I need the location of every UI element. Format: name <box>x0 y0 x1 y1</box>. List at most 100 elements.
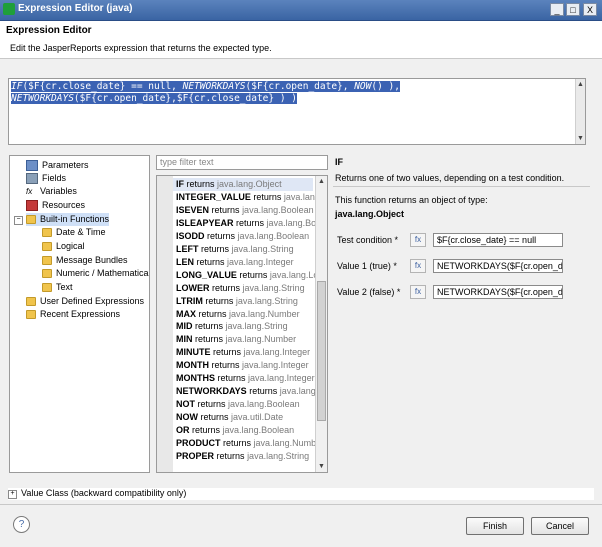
expression-line-1: IF($F{cr.close_date} == null, NETWORKDAY… <box>11 81 400 93</box>
function-item[interactable]: MONTH returns java.lang.Integer <box>176 359 309 372</box>
tree-item-label: Built-in Functions <box>40 214 110 224</box>
function-item[interactable]: LONG_VALUE returns java.lang.Long <box>176 269 327 282</box>
return-type: java.lang.Object <box>335 209 405 219</box>
tree-item[interactable]: Built-in Functions <box>26 213 110 226</box>
function-item[interactable]: MIN returns java.lang.Number <box>176 333 296 346</box>
function-item-returns: returns <box>200 412 229 423</box>
function-item[interactable]: MID returns java.lang.String <box>176 320 288 333</box>
function-item[interactable]: IF returns java.lang.Object <box>176 178 282 191</box>
param-label: Test condition * <box>337 235 399 245</box>
function-item-name: MINUTE <box>176 347 211 358</box>
function-list[interactable]: IF returns java.lang.Object INTEGER_VALUE… <box>156 175 328 473</box>
maximize-button[interactable]: □ <box>566 3 580 16</box>
function-item[interactable]: ISLEAPYEAR returns java.lang.Boolean <box>176 217 327 230</box>
expression-token: () ), <box>371 81 400 92</box>
function-item[interactable]: ISODD returns java.lang.Boolean <box>176 230 309 243</box>
function-item[interactable]: MINUTE returns java.lang.Integer <box>176 346 310 359</box>
cancel-button[interactable]: Cancel <box>531 517 589 535</box>
function-item[interactable]: NOW returns java.util.Date <box>176 411 283 424</box>
expression-builder-icon[interactable]: fx <box>410 285 426 299</box>
expand-toggle-icon[interactable]: + <box>8 490 17 499</box>
expression-text[interactable]: IF($F{cr.close_date} == null, NETWORKDAY… <box>11 81 400 105</box>
tree-item[interactable]: User Defined Expressions <box>26 295 144 308</box>
folder-icon <box>26 215 36 225</box>
function-item[interactable]: OR returns java.lang.Boolean <box>176 424 294 437</box>
help-icon[interactable]: ? <box>13 516 30 533</box>
function-item-type: java.util.Date <box>231 412 284 423</box>
collapse-toggle-icon[interactable]: − <box>14 216 23 225</box>
function-item[interactable]: MONTHS returns java.lang.Integer <box>176 372 315 385</box>
tree-item[interactable]: Date & Time <box>42 226 106 239</box>
tree-item[interactable]: Fields <box>26 172 66 185</box>
scroll-up-arrow-icon[interactable]: ▲ <box>316 176 327 187</box>
function-item-name: NETWORKDAYS <box>176 386 247 397</box>
function-item-returns: returns <box>239 269 268 280</box>
expression-token: ($F{cr.close_date} == null, <box>22 81 183 92</box>
function-item[interactable]: INTEGER_VALUE returns java.lang.Integer <box>176 191 327 204</box>
param-input[interactable]: NETWORKDAYS($F{cr.open_date} <box>433 285 563 299</box>
tree-item[interactable]: Resources <box>26 199 85 212</box>
tree-item-label: Date & Time <box>56 227 106 237</box>
tree-item[interactable]: Parameters <box>26 159 89 172</box>
function-item[interactable]: NOT returns java.lang.Boolean <box>176 398 300 411</box>
function-item-returns: returns <box>223 438 252 448</box>
window-title-bar[interactable]: Expression Editor (java) _ □ X <box>0 0 602 21</box>
function-item-returns: returns <box>186 179 215 189</box>
close-button[interactable]: X <box>583 3 597 16</box>
function-item[interactable]: PROPER returns java.lang.String <box>176 450 309 463</box>
function-item[interactable]: LEFT returns java.lang.String <box>176 243 294 256</box>
scroll-down-arrow-icon[interactable]: ▼ <box>316 461 327 472</box>
tree-item[interactable]: Numeric / Mathematical <box>42 267 149 280</box>
folder-icon <box>42 283 52 293</box>
function-item-type: java.lang.Integer <box>242 360 309 371</box>
dialog-header: Expression Editor Edit the JasperReports… <box>0 21 602 59</box>
param-input[interactable]: NETWORKDAYS($F{cr.open_date} <box>433 259 563 273</box>
minimize-button[interactable]: _ <box>550 3 564 16</box>
function-item-type: java.lang.Object <box>217 179 282 189</box>
function-list-scrollbar[interactable]: ▲ ▼ <box>315 176 327 472</box>
tree-item[interactable]: Message Bundles <box>42 254 128 267</box>
category-tree[interactable]: Parameters Fields fx Variables Resources − Bui… <box>9 155 150 473</box>
tree-item-label: User Defined Expressions <box>40 296 145 306</box>
folder-icon <box>26 310 36 320</box>
expression-builder-icon[interactable]: fx <box>410 233 426 247</box>
tree-item[interactable]: fx Variables <box>26 185 77 198</box>
function-item-name: ISODD <box>176 230 205 241</box>
expression-builder-icon[interactable]: fx <box>410 259 426 273</box>
function-item[interactable]: MAX returns java.lang.Number <box>176 308 300 321</box>
filter-input[interactable]: type filter text <box>156 155 328 170</box>
tree-item[interactable]: Text <box>42 281 73 294</box>
tree-item[interactable]: Recent Expressions <box>26 308 120 321</box>
param-input[interactable]: $F{cr.close_date} == null <box>433 233 563 247</box>
function-item[interactable]: ISEVEN returns java.lang.Boolean <box>176 204 314 217</box>
tree-item-label: Text <box>56 282 73 292</box>
value-class-section[interactable]: + Value Class (backward compatibility on… <box>8 488 594 500</box>
function-item-returns: returns <box>212 282 241 293</box>
tree-item[interactable]: Logical <box>42 240 85 253</box>
function-item[interactable]: NETWORKDAYS returns java.lang.Integer <box>176 385 327 398</box>
scroll-up-arrow-icon[interactable]: ▲ <box>575 79 586 90</box>
function-item-type: java.lang.String <box>231 243 294 254</box>
scroll-down-arrow-icon[interactable]: ▼ <box>575 133 586 144</box>
dialog-subtitle: Edit the JasperReports expression that r… <box>10 43 272 53</box>
tree-item-label: Parameters <box>42 160 89 170</box>
function-item[interactable]: LEN returns java.lang.Integer <box>176 256 294 269</box>
tree-item-label: Resources <box>42 200 86 210</box>
function-item[interactable]: LTRIM returns java.lang.String <box>176 295 298 308</box>
expression-token: NETWORKDAYS <box>11 93 74 104</box>
function-item-name: MONTHS <box>176 373 215 384</box>
tree-item-label: Message Bundles <box>56 255 128 265</box>
editor-scrollbar[interactable]: ▲ ▼ <box>575 79 585 144</box>
function-item-name: INTEGER_VALUE <box>176 191 251 202</box>
function-item-name: LEFT <box>176 243 199 254</box>
expression-editor[interactable]: IF($F{cr.close_date} == null, NETWORKDAY… <box>8 78 586 145</box>
function-item[interactable]: PRODUCT returns java.lang.Number <box>176 437 324 450</box>
function-item-returns: returns <box>195 334 224 345</box>
function-item[interactable]: LOWER returns java.lang.String <box>176 282 305 295</box>
finish-button[interactable]: Finish <box>466 517 524 535</box>
scrollbar-thumb[interactable] <box>317 281 326 421</box>
tree-item-label: Logical <box>56 241 85 251</box>
expression-line-2: NETWORKDAYS($F{cr.open_date},$F{cr.close… <box>11 93 400 105</box>
expression-token: NOW <box>354 81 372 92</box>
divider <box>333 186 590 187</box>
